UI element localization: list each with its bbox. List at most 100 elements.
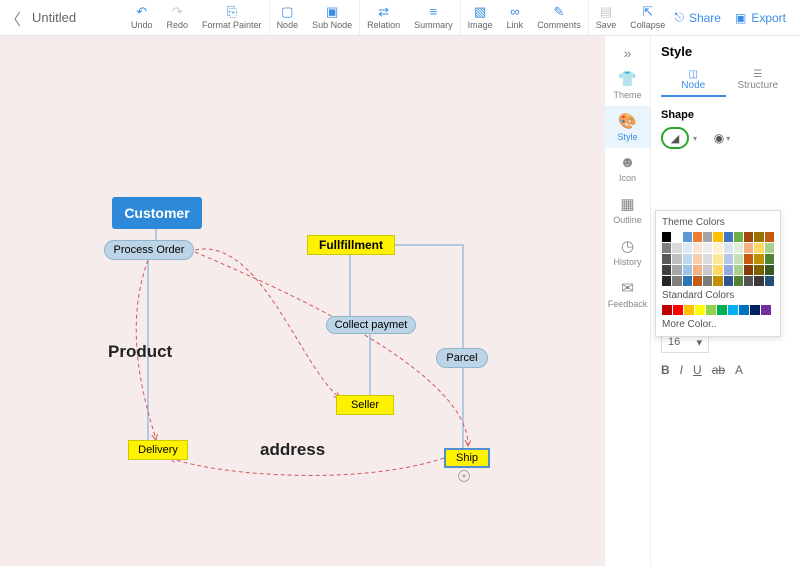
color-swatch[interactable] <box>703 232 712 242</box>
rail-icon[interactable]: ☻Icon <box>605 148 650 189</box>
color-swatch[interactable] <box>724 254 733 264</box>
color-swatch[interactable] <box>683 265 692 275</box>
color-swatch[interactable] <box>683 232 692 242</box>
color-swatch[interactable] <box>724 265 733 275</box>
node-delivery[interactable]: Delivery <box>128 440 188 460</box>
color-swatch[interactable] <box>684 305 694 315</box>
color-swatch[interactable] <box>744 265 753 275</box>
color-swatch[interactable] <box>695 305 705 315</box>
color-swatch[interactable] <box>734 254 743 264</box>
color-swatch[interactable] <box>754 243 763 253</box>
relation-button[interactable]: ⇄Relation <box>359 0 407 35</box>
stroke-color-button[interactable]: ◉ <box>711 129 733 147</box>
color-swatch[interactable] <box>765 243 774 253</box>
color-swatch[interactable] <box>713 232 722 242</box>
color-swatch[interactable] <box>662 243 671 253</box>
tab-node[interactable]: ◫Node <box>661 69 726 97</box>
collapse-button[interactable]: ⇱Collapse <box>623 0 672 35</box>
panel-collapse-button[interactable]: » <box>605 42 650 64</box>
node-collect-payment[interactable]: Collect paymet <box>326 316 416 334</box>
color-swatch[interactable] <box>724 232 733 242</box>
color-swatch[interactable] <box>739 305 749 315</box>
node-fulfillment[interactable]: Fullfillment <box>307 235 395 255</box>
node-seller[interactable]: Seller <box>336 395 394 415</box>
color-swatch[interactable] <box>734 276 743 286</box>
font-color-button[interactable]: A <box>735 363 743 377</box>
color-swatch[interactable] <box>765 254 774 264</box>
color-swatch[interactable] <box>683 276 692 286</box>
color-swatch[interactable] <box>673 305 683 315</box>
color-swatch[interactable] <box>717 305 727 315</box>
color-swatch[interactable] <box>703 254 712 264</box>
save-button[interactable]: ▤Save <box>588 0 624 35</box>
more-color-button[interactable]: More Color.. <box>662 319 774 330</box>
redo-button[interactable]: ↷Redo <box>160 0 196 35</box>
color-swatch[interactable] <box>706 305 716 315</box>
node-customer[interactable]: Customer <box>112 197 202 229</box>
color-swatch[interactable] <box>761 305 771 315</box>
color-swatch[interactable] <box>662 265 671 275</box>
color-swatch[interactable] <box>693 276 702 286</box>
node-process-order[interactable]: Process Order <box>104 240 194 260</box>
color-swatch[interactable] <box>662 232 671 242</box>
link-button[interactable]: ∞Link <box>500 0 531 35</box>
color-swatch[interactable] <box>734 243 743 253</box>
color-swatch[interactable] <box>754 254 763 264</box>
color-swatch[interactable] <box>713 265 722 275</box>
color-swatch[interactable] <box>750 305 760 315</box>
color-swatch[interactable] <box>765 265 774 275</box>
color-swatch[interactable] <box>744 232 753 242</box>
color-swatch[interactable] <box>765 232 774 242</box>
bold-button[interactable]: B <box>661 363 670 377</box>
color-swatch[interactable] <box>734 265 743 275</box>
color-swatch[interactable] <box>693 232 702 242</box>
node-ship[interactable]: Ship <box>444 448 490 468</box>
format-painter-button[interactable]: ⎘Format Painter <box>195 0 269 35</box>
strike-button[interactable]: ab <box>712 363 725 377</box>
underline-button[interactable]: U <box>693 363 702 377</box>
color-swatch[interactable] <box>693 254 702 264</box>
color-swatch[interactable] <box>703 276 712 286</box>
color-swatch[interactable] <box>672 265 681 275</box>
italic-button[interactable]: I <box>680 363 683 377</box>
add-child-handle[interactable]: + <box>458 470 470 482</box>
color-swatch[interactable] <box>728 305 738 315</box>
color-swatch[interactable] <box>683 254 692 264</box>
color-swatch[interactable] <box>744 276 753 286</box>
text-product[interactable]: Product <box>108 342 172 362</box>
summary-button[interactable]: ≡Summary <box>407 0 460 35</box>
rail-feedback[interactable]: ✉Feedback <box>605 273 650 315</box>
color-swatch[interactable] <box>693 243 702 253</box>
color-swatch[interactable] <box>744 254 753 264</box>
text-address[interactable]: address <box>260 440 325 460</box>
color-swatch[interactable] <box>724 276 733 286</box>
color-swatch[interactable] <box>662 305 672 315</box>
color-swatch[interactable] <box>713 276 722 286</box>
color-swatch[interactable] <box>724 243 733 253</box>
sub-node-button[interactable]: ▣Sub Node <box>305 0 359 35</box>
image-button[interactable]: ▧Image <box>460 0 500 35</box>
color-swatch[interactable] <box>734 232 743 242</box>
document-title[interactable]: Untitled <box>26 0 124 35</box>
color-swatch[interactable] <box>754 265 763 275</box>
color-swatch[interactable] <box>662 254 671 264</box>
share-button[interactable]: ⎋Share <box>674 10 721 25</box>
color-swatch[interactable] <box>672 232 681 242</box>
color-swatch[interactable] <box>703 243 712 253</box>
color-swatch[interactable] <box>754 276 763 286</box>
undo-button[interactable]: ↶Undo <box>124 0 160 35</box>
rail-style[interactable]: 🎨Style <box>605 106 650 148</box>
rail-history[interactable]: ◷History <box>605 231 650 273</box>
color-swatch[interactable] <box>693 265 702 275</box>
node-parcel[interactable]: Parcel <box>436 348 488 368</box>
color-swatch[interactable] <box>744 243 753 253</box>
color-swatch[interactable] <box>662 276 671 286</box>
canvas[interactable]: Customer Process Order Fullfillment Coll… <box>0 36 604 566</box>
rail-outline[interactable]: ▦Outline <box>605 189 650 231</box>
node-button[interactable]: ▢Node <box>269 0 306 35</box>
color-swatch[interactable] <box>703 265 712 275</box>
color-swatch[interactable] <box>754 232 763 242</box>
rail-theme[interactable]: 👕Theme <box>605 64 650 106</box>
color-swatch[interactable] <box>672 243 681 253</box>
comments-button[interactable]: ✎Comments <box>530 0 588 35</box>
